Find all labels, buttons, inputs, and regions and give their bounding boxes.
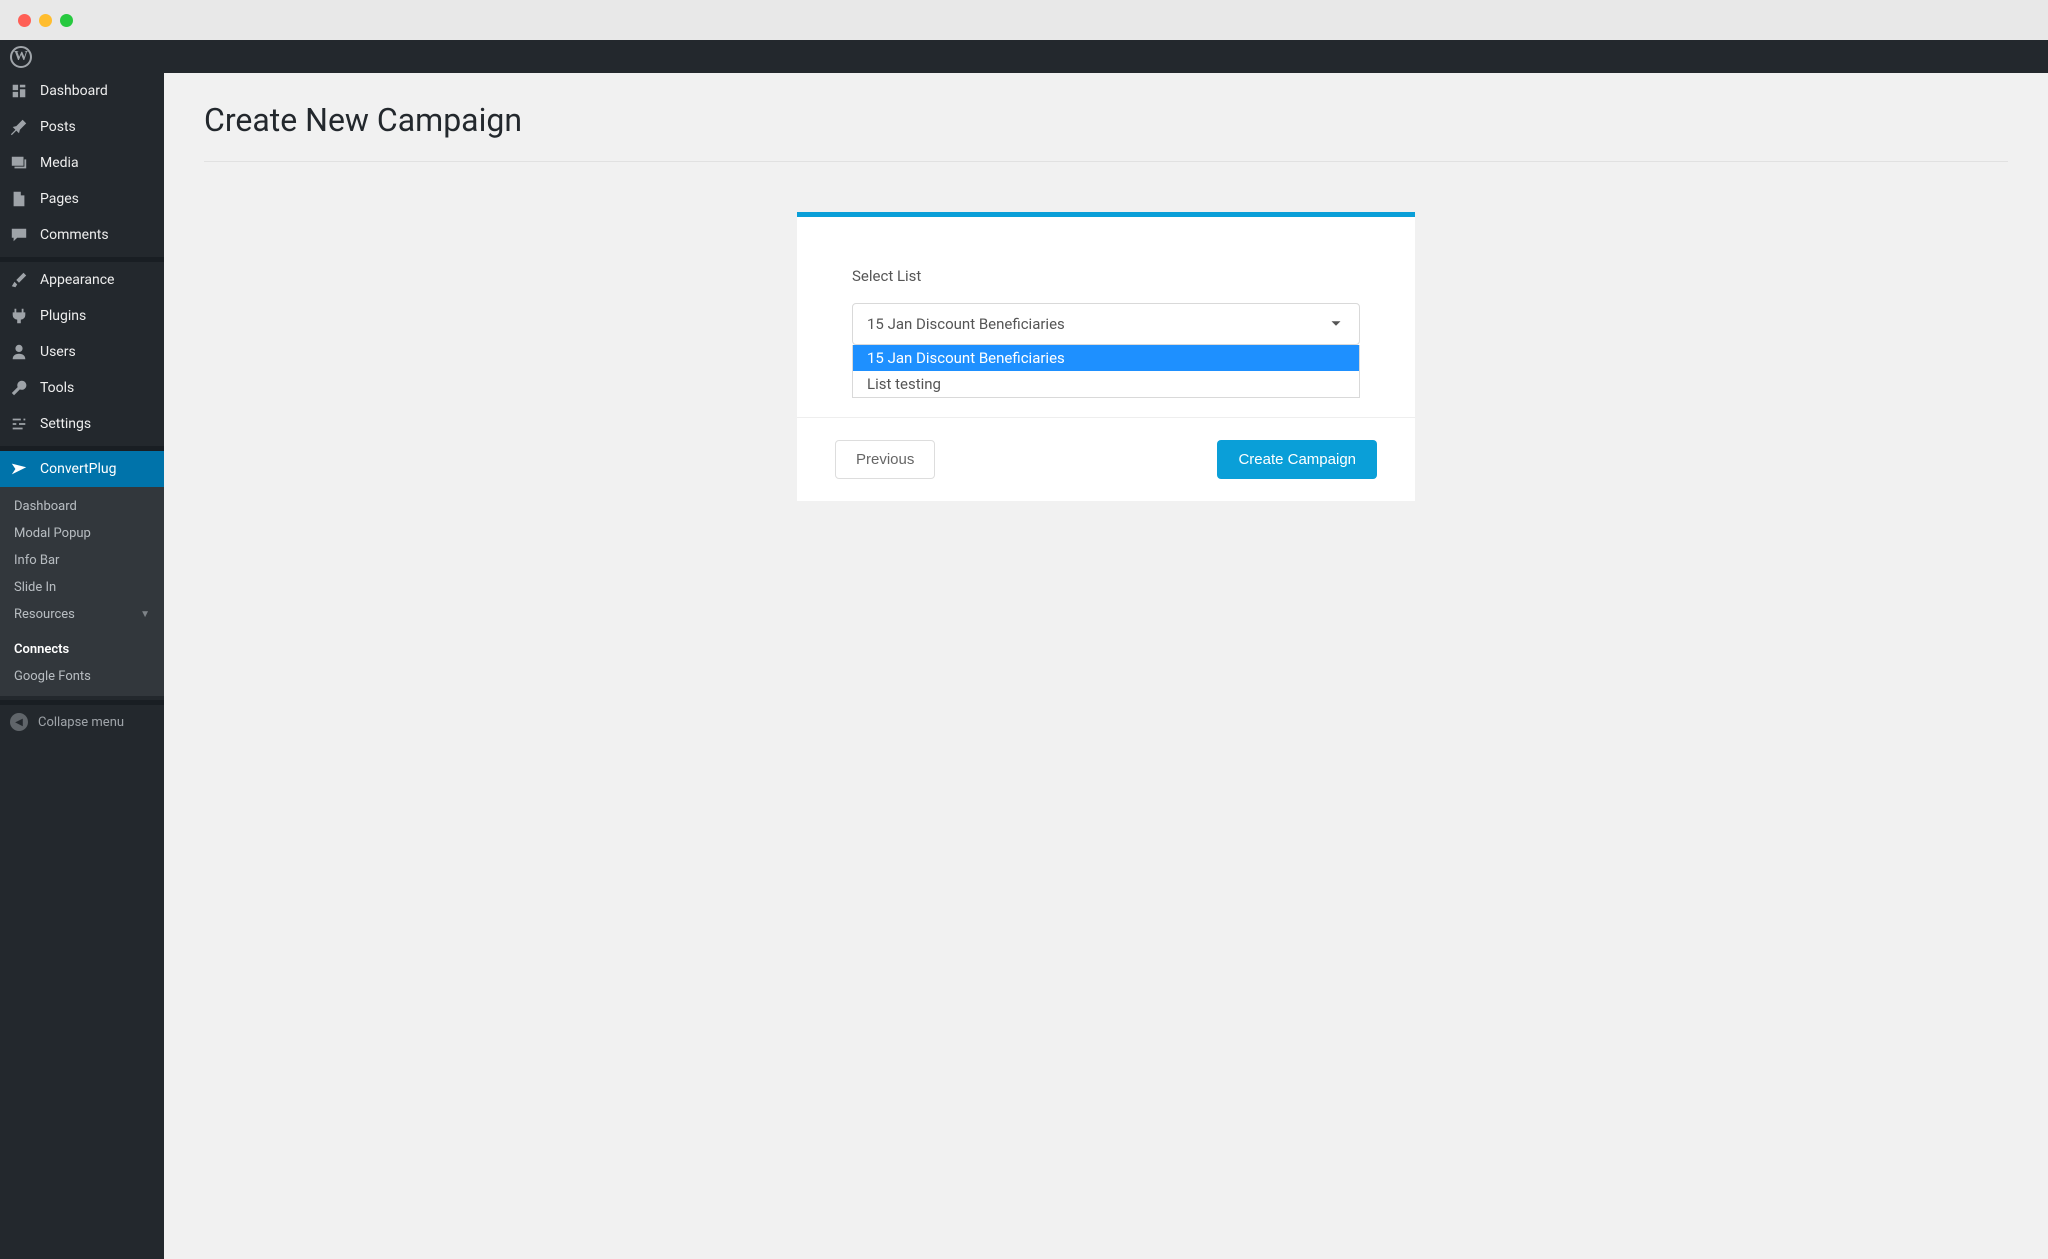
user-icon [10,342,30,362]
create-campaign-button[interactable]: Create Campaign [1217,440,1377,479]
window-maximize-icon[interactable] [60,14,73,27]
collapse-arrow-icon: ◀ [10,713,28,731]
submenu-item-modal-popup[interactable]: Modal Popup [0,520,164,547]
sidebar-item-label: ConvertPlug [40,461,116,477]
wordpress-logo-icon[interactable]: W [10,46,32,68]
sidebar-item-label: Plugins [40,308,86,324]
media-icon [10,153,30,173]
list-dropdown-toggle[interactable]: 15 Jan Discount Beneficiaries [852,303,1360,345]
submenu-label: Google Fonts [14,669,91,684]
chevron-down-icon: ▼ [140,609,150,620]
submenu-label: Info Bar [14,553,59,568]
submenu-label: Modal Popup [14,526,91,541]
sidebar-item-posts[interactable]: Posts [0,109,164,145]
sidebar-item-label: Tools [40,380,74,396]
sidebar-item-media[interactable]: Media [0,145,164,181]
main-content: Create New Campaign Select List 15 Jan D… [164,73,2048,1259]
pin-icon [10,117,30,137]
submenu-label: Resources [14,607,75,622]
submenu-item-slide-in[interactable]: Slide In [0,574,164,601]
dropdown-option[interactable]: 15 Jan Discount Beneficiaries [853,345,1359,371]
sidebar-item-label: Media [40,155,79,171]
submenu-item-google-fonts[interactable]: Google Fonts [0,663,164,690]
sidebar-item-pages[interactable]: Pages [0,181,164,217]
sidebar-item-label: Pages [40,191,79,207]
sidebar-item-appearance[interactable]: Appearance [0,262,164,298]
admin-bar: W [0,40,2048,73]
dashboard-icon [10,81,30,101]
chevron-down-icon [1327,315,1345,333]
sidebar-item-label: Appearance [40,272,114,288]
submenu-label: Slide In [14,580,56,595]
sidebar-item-comments[interactable]: Comments [0,217,164,253]
comment-icon [10,225,30,245]
divider [204,161,2008,162]
campaign-card: Select List 15 Jan Discount Beneficiarie… [797,212,1415,501]
submenu-item-info-bar[interactable]: Info Bar [0,547,164,574]
sidebar-submenu: Dashboard Modal Popup Info Bar Slide In … [0,487,164,634]
dropdown-selected-value: 15 Jan Discount Beneficiaries [867,315,1065,333]
window-minimize-icon[interactable] [39,14,52,27]
sliders-icon [10,414,30,434]
sidebar-submenu-continued: Connects Google Fonts [0,634,164,696]
sidebar-item-users[interactable]: Users [0,334,164,370]
list-dropdown-menu: 15 Jan Discount Beneficiaries List testi… [852,345,1360,398]
submenu-item-dashboard[interactable]: Dashboard [0,493,164,520]
dropdown-option[interactable]: List testing [853,371,1359,397]
sidebar-item-dashboard[interactable]: Dashboard [0,73,164,109]
sidebar-item-label: Settings [40,416,91,432]
sidebar-item-label: Comments [40,227,109,243]
page-icon [10,189,30,209]
sidebar-item-label: Dashboard [40,83,108,99]
sidebar-item-plugins[interactable]: Plugins [0,298,164,334]
submenu-item-connects[interactable]: Connects [0,636,164,663]
collapse-menu-button[interactable]: ◀ Collapse menu [0,705,164,739]
window-titlebar [0,0,2048,40]
collapse-label: Collapse menu [38,715,124,730]
submenu-label: Connects [14,642,69,657]
sidebar-item-settings[interactable]: Settings [0,406,164,442]
select-list-label: Select List [852,267,1360,285]
card-footer: Previous Create Campaign [797,417,1415,501]
submenu-label: Dashboard [14,499,77,514]
plug-icon [10,306,30,326]
previous-button[interactable]: Previous [835,440,935,479]
sidebar-item-label: Users [40,344,76,360]
window-close-icon[interactable] [18,14,31,27]
page-title: Create New Campaign [204,101,2008,139]
brush-icon [10,270,30,290]
admin-sidebar: Dashboard Posts Media Pages Comments App… [0,73,164,1259]
sidebar-item-tools[interactable]: Tools [0,370,164,406]
convertplug-icon [10,459,30,479]
submenu-item-resources[interactable]: Resources ▼ [0,601,164,628]
sidebar-item-label: Posts [40,119,76,135]
wrench-icon [10,378,30,398]
list-dropdown: 15 Jan Discount Beneficiaries 15 Jan Dis… [852,303,1360,345]
sidebar-item-convertplug[interactable]: ConvertPlug [0,451,164,487]
